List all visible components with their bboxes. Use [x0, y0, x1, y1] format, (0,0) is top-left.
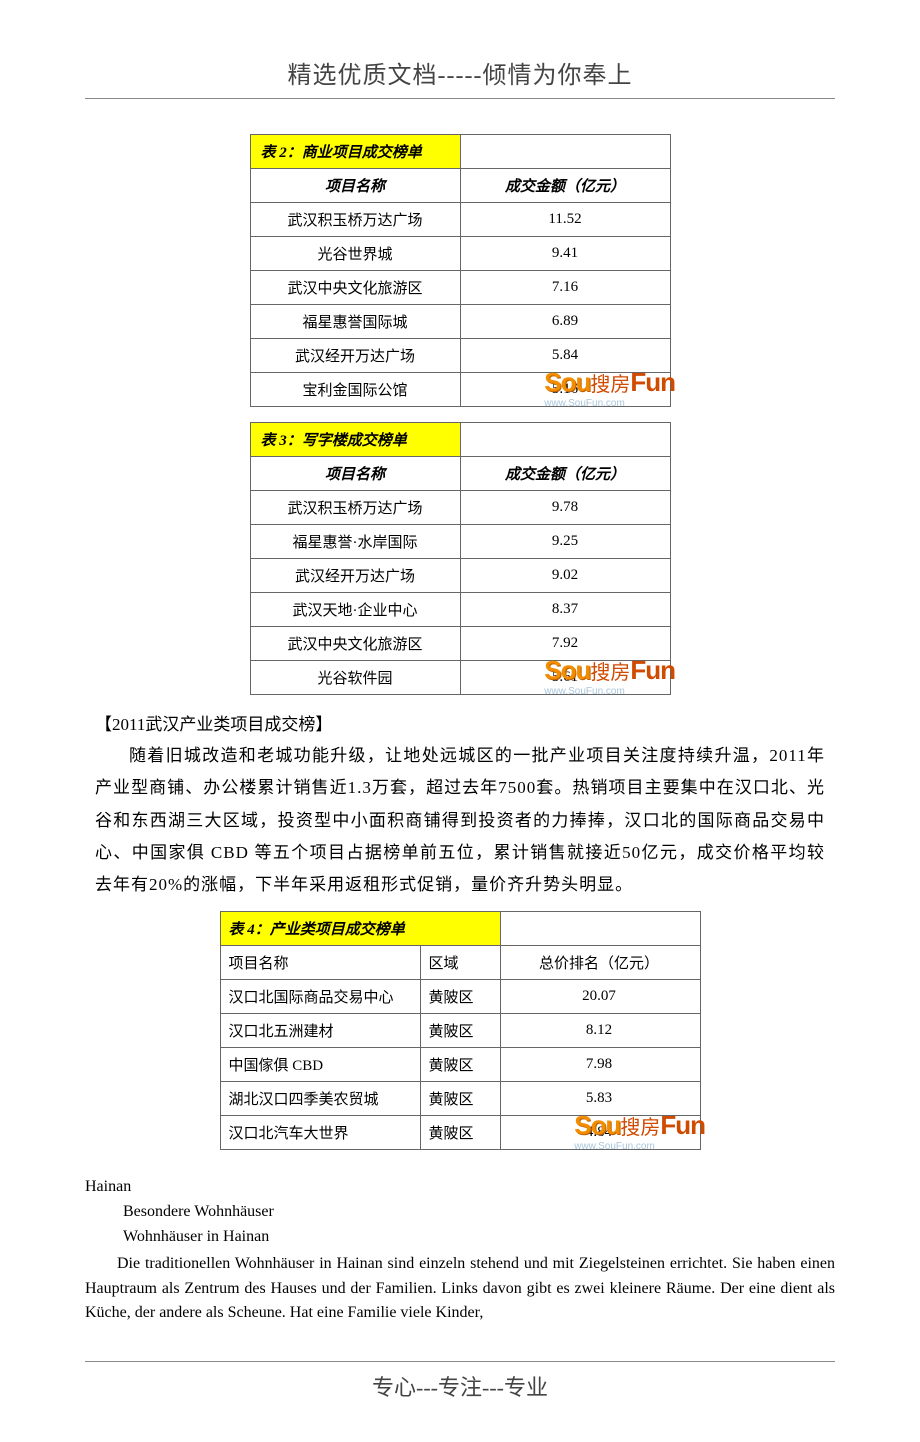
table-row: 武汉中央文化旅游区7.92	[250, 627, 670, 661]
cell: 福星惠誉国际城	[250, 305, 460, 339]
table3-blank	[460, 423, 670, 457]
section-heading: 【2011武汉产业类项目成交榜】	[95, 710, 835, 735]
cell: 宝利金国际公馆	[250, 373, 460, 407]
table-row: 湖北汉口四季美农贸城黄陂区5.83	[220, 1082, 700, 1116]
table-row: 武汉天地·企业中心8.37	[250, 593, 670, 627]
table4-col-value: 总价排名（亿元）	[500, 946, 700, 980]
table3-col-name: 项目名称	[250, 457, 460, 491]
cell: 8.37	[460, 593, 670, 627]
table2-col-value: 成交金额（亿元）	[460, 169, 670, 203]
cell: 武汉积玉桥万达广场	[250, 203, 460, 237]
cell: 黄陂区	[420, 980, 500, 1014]
german-line2: Besondere Wohnhäuser	[123, 1200, 835, 1225]
cell: 黄陂区	[420, 1048, 500, 1082]
cell: 武汉积玉桥万达广场	[250, 491, 460, 525]
table4: 表 4：产业类项目成交榜单 项目名称 区域 总价排名（亿元） 汉口北国际商品交易…	[220, 911, 701, 1150]
table3-col-value: 成交金额（亿元）	[460, 457, 670, 491]
cell: 光谷世界城	[250, 237, 460, 271]
cell: 武汉经开万达广场	[250, 339, 460, 373]
cell: 5.16	[460, 373, 670, 407]
table-row: 福星惠誉·水岸国际9.25	[250, 525, 670, 559]
cell: 4.84	[500, 1116, 700, 1150]
table-row: 光谷软件园5.61	[250, 661, 670, 695]
cell: 7.16	[460, 271, 670, 305]
table2-col-name: 项目名称	[250, 169, 460, 203]
cell: 9.78	[460, 491, 670, 525]
table-row: 汉口北国际商品交易中心黄陂区20.07	[220, 980, 700, 1014]
page-header: 精选优质文档-----倾情为你奉上	[85, 55, 835, 98]
table2: 表 2：商业项目成交榜单 项目名称 成交金额（亿元） 武汉积玉桥万达广场11.5…	[250, 134, 671, 407]
cell: 11.52	[460, 203, 670, 237]
cell: 5.83	[500, 1082, 700, 1116]
table-row: 福星惠誉国际城6.89	[250, 305, 670, 339]
cell: 光谷软件园	[250, 661, 460, 695]
table2-blank	[460, 135, 670, 169]
cell: 汉口北汽车大世界	[220, 1116, 420, 1150]
cell: 黄陂区	[420, 1014, 500, 1048]
cell: 20.07	[500, 980, 700, 1014]
cell: 汉口北国际商品交易中心	[220, 980, 420, 1014]
cell: 武汉中央文化旅游区	[250, 627, 460, 661]
cell: 8.12	[500, 1014, 700, 1048]
table3-wrap: 表 3：写字楼成交榜单 项目名称 成交金额（亿元） 武汉积玉桥万达广场9.78 …	[85, 422, 835, 695]
table-row: 武汉积玉桥万达广场9.78	[250, 491, 670, 525]
cell: 武汉天地·企业中心	[250, 593, 460, 627]
table4-col-name: 项目名称	[220, 946, 420, 980]
cell: 7.92	[460, 627, 670, 661]
table-row: 武汉经开万达广场9.02	[250, 559, 670, 593]
cell: 福星惠誉·水岸国际	[250, 525, 460, 559]
cell: 武汉中央文化旅游区	[250, 271, 460, 305]
german-para: Die traditionellen Wohnhäuser in Hainan …	[85, 1252, 835, 1326]
table2-wrap: 表 2：商业项目成交榜单 项目名称 成交金额（亿元） 武汉积玉桥万达广场11.5…	[85, 134, 835, 407]
header-rule	[85, 98, 835, 99]
cell: 7.98	[500, 1048, 700, 1082]
table-row: 武汉经开万达广场5.84	[250, 339, 670, 373]
table4-title: 表 4：产业类项目成交榜单	[220, 912, 500, 946]
section-body: 随着旧城改造和老城功能升级，让地处远城区的一批产业项目关注度持续升温，2011年…	[95, 740, 825, 901]
table-row: 宝利金国际公馆5.16	[250, 373, 670, 407]
document-page: { "header": "精选优质文档-----倾情为你奉上", "footer…	[0, 0, 920, 1442]
cell: 武汉经开万达广场	[250, 559, 460, 593]
cell: 中国傢俱 CBD	[220, 1048, 420, 1082]
cell: 黄陂区	[420, 1116, 500, 1150]
table3-title: 表 3：写字楼成交榜单	[250, 423, 460, 457]
german-text: Hainan Besondere Wohnhäuser Wohnhäuser i…	[85, 1175, 835, 1326]
table3: 表 3：写字楼成交榜单 项目名称 成交金额（亿元） 武汉积玉桥万达广场9.78 …	[250, 422, 671, 695]
cell: 9.41	[460, 237, 670, 271]
cell: 黄陂区	[420, 1082, 500, 1116]
table4-wrap: 表 4：产业类项目成交榜单 项目名称 区域 总价排名（亿元） 汉口北国际商品交易…	[85, 911, 835, 1150]
cell: 6.89	[460, 305, 670, 339]
cell: 5.84	[460, 339, 670, 373]
table2-title: 表 2：商业项目成交榜单	[250, 135, 460, 169]
table-row: 中国傢俱 CBD黄陂区7.98	[220, 1048, 700, 1082]
cell: 9.02	[460, 559, 670, 593]
page-footer: 专心---专注---专业	[85, 1362, 835, 1402]
cell: 湖北汉口四季美农贸城	[220, 1082, 420, 1116]
table-row: 武汉中央文化旅游区7.16	[250, 271, 670, 305]
table4-col-region: 区域	[420, 946, 500, 980]
table-row: 光谷世界城9.41	[250, 237, 670, 271]
table4-blank	[500, 912, 700, 946]
cell: 5.61	[460, 661, 670, 695]
german-line3: Wohnhäuser in Hainan	[123, 1225, 835, 1250]
table-row: 武汉积玉桥万达广场11.52	[250, 203, 670, 237]
table-row: 汉口北五洲建材黄陂区8.12	[220, 1014, 700, 1048]
cell: 9.25	[460, 525, 670, 559]
german-line1: Hainan	[85, 1175, 835, 1200]
cell: 汉口北五洲建材	[220, 1014, 420, 1048]
table-row: 汉口北汽车大世界黄陂区4.84	[220, 1116, 700, 1150]
